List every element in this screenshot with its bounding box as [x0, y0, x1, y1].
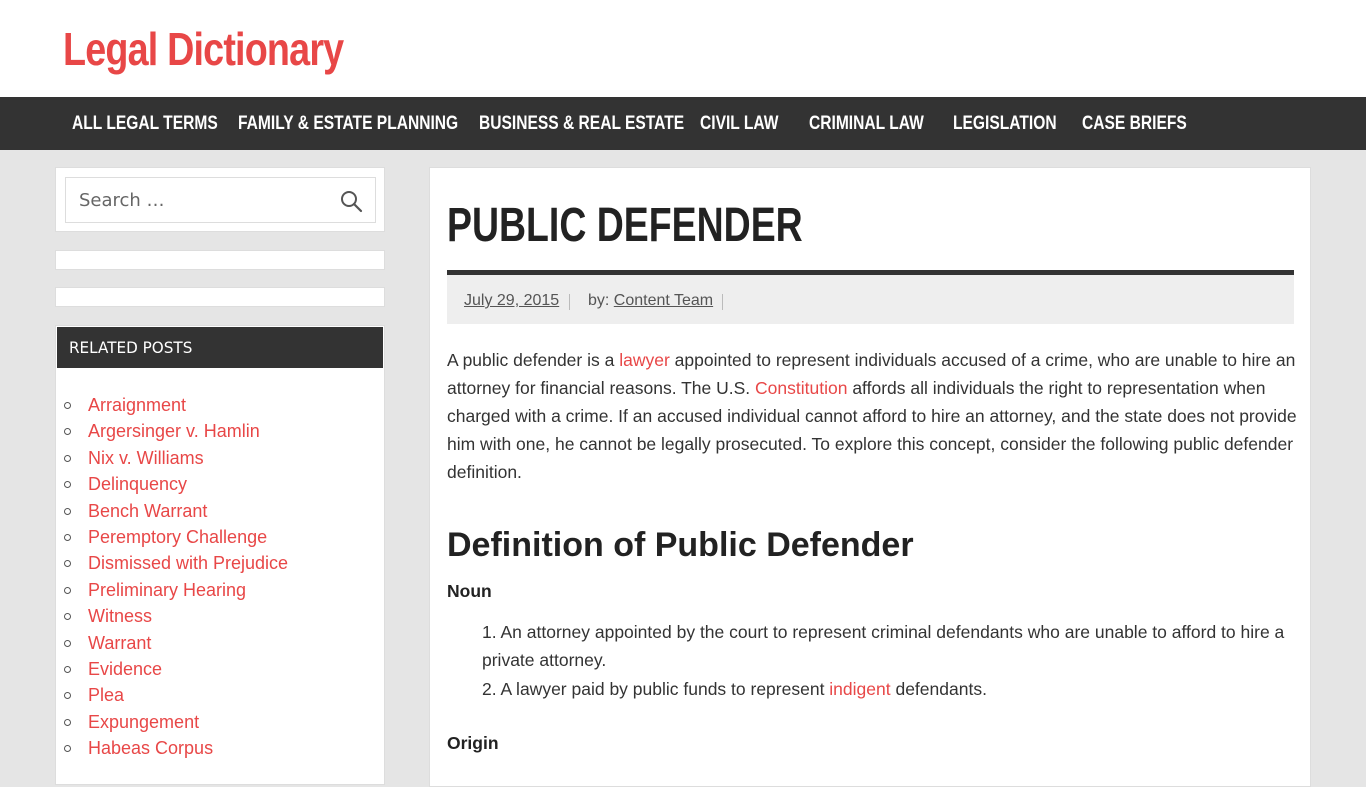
related-post-link[interactable]: Evidence	[64, 656, 288, 682]
page-title: PUBLIC DEFENDER	[447, 199, 803, 252]
meta-divider	[569, 294, 570, 310]
related-post-link[interactable]: Habeas Corpus	[64, 735, 288, 761]
related-post-link[interactable]: Plea	[64, 682, 288, 708]
related-posts-heading: RELATED POSTS	[57, 327, 383, 368]
definition-item: 1. An attorney appointed by the court to…	[482, 622, 1285, 670]
related-post-link[interactable]: Delinquency	[64, 471, 288, 497]
nav-item-business-real-estate[interactable]: BUSINESS & REAL ESTATE	[479, 97, 684, 150]
search-input[interactable]: Search …	[65, 177, 376, 223]
nav-item-criminal-law[interactable]: CRIMINAL LAW	[809, 97, 924, 150]
related-post-link[interactable]: Warrant	[64, 630, 288, 656]
by-label: by:	[588, 292, 610, 309]
constitution-link[interactable]: Constitution	[755, 378, 847, 398]
related-post-link[interactable]: Argersinger v. Hamlin	[64, 418, 288, 444]
nav-item-legislation[interactable]: LEGISLATION	[953, 97, 1057, 150]
related-post-link[interactable]: Arraignment	[64, 392, 288, 418]
meta-divider	[722, 294, 723, 310]
related-post-link[interactable]: Dismissed with Prejudice	[64, 550, 288, 576]
related-post-link[interactable]: Expungement	[64, 709, 288, 735]
origin-label: Origin	[447, 733, 499, 753]
post-author: by: Content Team	[588, 292, 713, 310]
author-link[interactable]: Content Team	[614, 292, 713, 309]
related-posts-list: Arraignment Argersinger v. Hamlin Nix v.…	[64, 392, 288, 761]
site-title-link[interactable]: Legal Dictionary	[63, 22, 344, 76]
empty-widget	[55, 250, 385, 270]
related-post-link[interactable]: Witness	[64, 603, 288, 629]
indigent-link[interactable]: indigent	[829, 679, 890, 699]
related-post-link[interactable]: Bench Warrant	[64, 498, 288, 524]
nav-item-all-legal-terms[interactable]: ALL LEGAL TERMS	[72, 97, 218, 150]
nav-item-civil-law[interactable]: CIVIL LAW	[700, 97, 778, 150]
related-post-link[interactable]: Preliminary Hearing	[64, 577, 288, 603]
post-date-link[interactable]: July 29, 2015	[464, 292, 559, 310]
empty-widget	[55, 287, 385, 307]
definition-heading: Definition of Public Defender	[447, 526, 914, 564]
article-content: PUBLIC DEFENDER July 29, 2015 by: Conten…	[429, 167, 1311, 787]
lawyer-link[interactable]: lawyer	[619, 350, 670, 370]
nav-item-family-estate-planning[interactable]: FAMILY & ESTATE PLANNING	[238, 97, 458, 150]
search-widget: Search …	[55, 167, 385, 232]
part-of-speech-label: Noun	[447, 581, 492, 601]
intro-paragraph: A public defender is a lawyer appointed …	[447, 350, 1297, 482]
site-header: Legal Dictionary	[0, 0, 1366, 97]
definition-list: 1. An attorney appointed by the court to…	[482, 618, 1297, 704]
related-post-link[interactable]: Peremptory Challenge	[64, 524, 288, 550]
main-navigation: ALL LEGAL TERMS FAMILY & ESTATE PLANNING…	[0, 97, 1366, 150]
related-posts-widget: RELATED POSTS Arraignment Argersinger v.…	[55, 325, 385, 785]
search-placeholder: Search …	[79, 190, 165, 211]
related-post-link[interactable]: Nix v. Williams	[64, 445, 288, 471]
post-meta: July 29, 2015 by: Content Team	[447, 270, 1294, 324]
search-icon[interactable]	[339, 189, 363, 213]
definition-item: 2. A lawyer paid by public funds to repr…	[482, 679, 987, 699]
nav-item-case-briefs[interactable]: CASE BRIEFS	[1082, 97, 1187, 150]
